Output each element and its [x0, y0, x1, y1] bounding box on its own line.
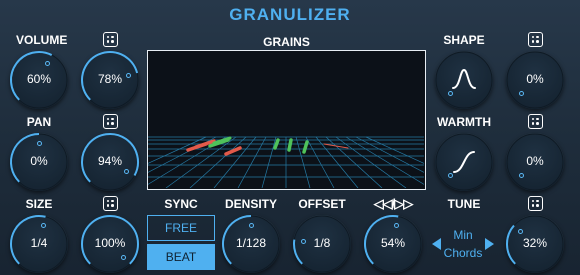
perspective-grid [148, 136, 425, 189]
pan-knob-a[interactable]: 0% [10, 133, 68, 191]
shape-knob[interactable] [435, 51, 493, 109]
density-knob[interactable]: 1/128 [222, 215, 280, 273]
knob-indicator [124, 168, 130, 174]
volume-randomize-dice-icon[interactable] [103, 32, 118, 47]
warmth-knob[interactable] [435, 133, 493, 191]
shape-randomize-dice-icon[interactable] [528, 32, 543, 47]
size-value-b: 100% [94, 236, 126, 250]
pan-label: PAN [26, 115, 52, 129]
size-randomize-dice-icon[interactable] [103, 196, 118, 211]
warmth-amount-knob[interactable]: 0% [506, 133, 564, 191]
direction-value: 54% [380, 236, 406, 250]
offset-label: OFFSET [298, 197, 346, 211]
density-label: DENSITY [224, 197, 277, 211]
warmth-value: 0% [526, 154, 544, 168]
knob-indicator [120, 254, 126, 260]
knob-indicator [394, 222, 400, 228]
sync-free-button[interactable]: FREE [147, 215, 215, 241]
knob-indicator [448, 90, 454, 96]
pan-knob-b[interactable]: 94% [81, 133, 139, 191]
grains-label: GRAINS [263, 35, 310, 49]
tune-mode: Chords [443, 246, 483, 260]
volume-knob-b[interactable]: 78% [81, 51, 139, 109]
volume-label: VOLUME [16, 33, 68, 47]
tune-randomize-dice-icon[interactable] [528, 196, 543, 211]
size-value-a: 1/4 [30, 236, 48, 250]
tune-prev-arrow-icon[interactable] [432, 238, 441, 250]
knob-indicator [36, 140, 42, 146]
warmth-randomize-dice-icon[interactable] [528, 114, 543, 129]
shape-amount-knob[interactable]: 0% [506, 51, 564, 109]
knob-indicator [519, 90, 525, 96]
s-curve-icon [453, 151, 475, 173]
density-value: 1/128 [235, 236, 267, 250]
tune-knob[interactable]: 32% [506, 215, 564, 273]
knob-indicator [125, 72, 131, 78]
plugin-title: GRANULIZER [229, 5, 351, 24]
grains-display [147, 50, 426, 190]
shape-value: 0% [526, 72, 544, 86]
pan-value-b: 94% [97, 154, 123, 168]
warmth-label: WARMTH [437, 115, 491, 129]
sync-beat-button[interactable]: BEAT [147, 244, 215, 270]
volume-knob-a[interactable]: 60% [10, 51, 68, 109]
size-label: SIZE [25, 197, 53, 211]
bell-curve-icon [452, 68, 476, 89]
tune-label: TUNE [447, 197, 481, 211]
knob-indicator [519, 172, 525, 178]
size-knob-a[interactable]: 1/4 [10, 215, 68, 273]
direction-label: ◁◁/▷▷ [373, 196, 414, 211]
knob-indicator [40, 223, 46, 229]
pan-randomize-dice-icon[interactable] [103, 114, 118, 129]
sync-label: SYNC [164, 197, 198, 211]
volume-value-a: 60% [26, 72, 52, 86]
direction-knob[interactable]: 54% [364, 215, 422, 273]
shape-label: SHAPE [443, 33, 485, 47]
knob-indicator [45, 60, 51, 66]
pan-value-a: 0% [30, 154, 48, 168]
offset-knob[interactable]: 1/8 [293, 215, 351, 273]
size-knob-b[interactable]: 100% [81, 215, 139, 273]
grain-particles [186, 136, 349, 156]
knob-indicator [300, 238, 306, 244]
knob-indicator [248, 222, 254, 228]
tune-value: 32% [522, 236, 548, 250]
grains-grid-svg [148, 136, 425, 189]
tune-next-arrow-icon[interactable] [485, 238, 494, 250]
knob-indicator [448, 172, 454, 178]
tune-scale: Min [453, 228, 473, 242]
